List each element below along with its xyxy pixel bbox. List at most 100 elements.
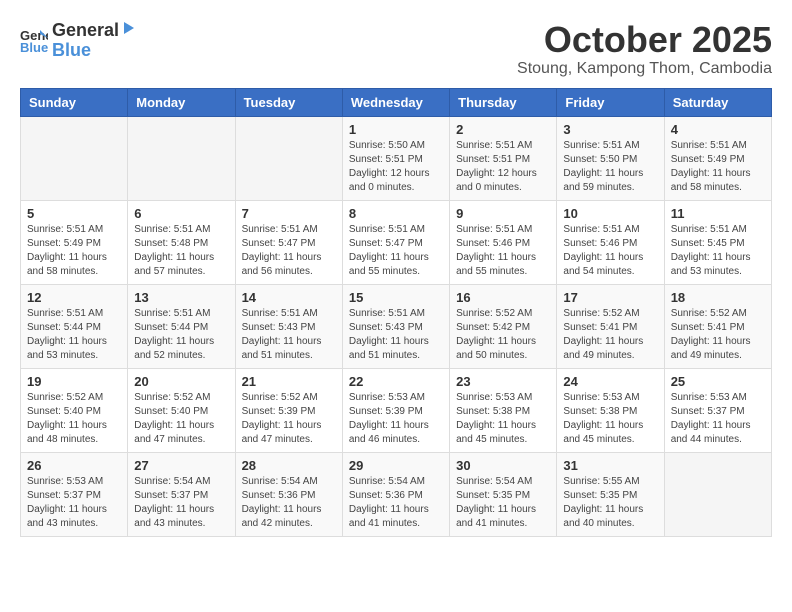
calendar-cell: 25Sunrise: 5:53 AM Sunset: 5:37 PM Dayli… [664,368,771,452]
month-title: October 2025 [517,20,772,60]
calendar-cell: 29 Sunrise: 5:54 AM Sunset: 5:36 PM Dayli… [342,452,449,536]
location-title: Stoung, Kampong Thom, Cambodia [517,60,772,78]
day-info: Sunrise: 5:53 AM Sunset: 5:37 PM Dayligh… [27,475,121,531]
logo-general: General [52,21,119,41]
day-number: 14 [242,290,336,305]
day-header-sunday: Sunday [21,88,128,116]
day-info: Sunrise: 5:51 AM Sunset: 5:44 PM Dayligh… [27,307,121,363]
day-number: 12 [27,290,121,305]
day-info: Sunrise: 5:51 AM Sunset: 5:46 PM Dayligh… [563,223,657,279]
logo-arrow-icon [120,20,136,36]
day-number: 8 [349,206,443,221]
day-header-wednesday: Wednesday [342,88,449,116]
calendar-cell: 17Sunrise: 5:52 AM Sunset: 5:41 PM Dayli… [557,284,664,368]
calendar-cell [664,452,771,536]
calendar-cell: 18Sunrise: 5:52 AM Sunset: 5:41 PM Dayli… [664,284,771,368]
calendar-cell: 4 Sunrise: 5:51 AM Sunset: 5:49 PM Daylig… [664,116,771,200]
calendar-cell: 20Sunrise: 5:52 AM Sunset: 5:40 PM Dayli… [128,368,235,452]
calendar-cell: 16Sunrise: 5:52 AM Sunset: 5:42 PM Dayli… [450,284,557,368]
calendar-week-1: 1 Sunrise: 5:50 AM Sunset: 5:51 PM Daylig… [21,116,772,200]
calendar-cell: 15Sunrise: 5:51 AM Sunset: 5:43 PM Dayli… [342,284,449,368]
day-number: 26 [27,458,121,473]
day-header-friday: Friday [557,88,664,116]
day-info: Sunrise: 5:54 AM Sunset: 5:36 PM Dayligh… [349,475,443,531]
calendar-cell: 28Sunrise: 5:54 AM Sunset: 5:36 PM Dayli… [235,452,342,536]
calendar-cell: 11 Sunrise: 5:51 AM Sunset: 5:45 PM Dayli… [664,200,771,284]
day-number: 5 [27,206,121,221]
day-info: Sunrise: 5:51 AM Sunset: 5:44 PM Dayligh… [134,307,228,363]
calendar-cell: 14 Sunrise: 5:51 AM Sunset: 5:43 PM Dayli… [235,284,342,368]
day-info: Sunrise: 5:51 AM Sunset: 5:51 PM Dayligh… [456,139,550,195]
logo-icon: General Blue [20,26,48,54]
day-info: Sunrise: 5:51 AM Sunset: 5:47 PM Dayligh… [349,223,443,279]
day-info: Sunrise: 5:53 AM Sunset: 5:38 PM Dayligh… [563,391,657,447]
day-info: Sunrise: 5:54 AM Sunset: 5:37 PM Dayligh… [134,475,228,531]
day-number: 13 [134,290,228,305]
day-number: 1 [349,122,443,137]
calendar-cell: 8 Sunrise: 5:51 AM Sunset: 5:47 PM Daylig… [342,200,449,284]
calendar-cell: 13 Sunrise: 5:51 AM Sunset: 5:44 PM Dayli… [128,284,235,368]
day-info: Sunrise: 5:51 AM Sunset: 5:45 PM Dayligh… [671,223,765,279]
day-info: Sunrise: 5:51 AM Sunset: 5:49 PM Dayligh… [27,223,121,279]
day-number: 17 [563,290,657,305]
calendar-cell: 3 Sunrise: 5:51 AM Sunset: 5:50 PM Daylig… [557,116,664,200]
calendar-cell: 5 Sunrise: 5:51 AM Sunset: 5:49 PM Daylig… [21,200,128,284]
logo: General Blue General Blue [20,20,137,61]
calendar-cell: 26 Sunrise: 5:53 AM Sunset: 5:37 PM Dayli… [21,452,128,536]
day-info: Sunrise: 5:54 AM Sunset: 5:35 PM Dayligh… [456,475,550,531]
day-number: 27 [134,458,228,473]
day-number: 19 [27,374,121,389]
calendar-cell [128,116,235,200]
day-info: Sunrise: 5:51 AM Sunset: 5:46 PM Dayligh… [456,223,550,279]
day-number: 23 [456,374,550,389]
calendar-cell [21,116,128,200]
day-number: 25 [671,374,765,389]
calendar-cell: 24Sunrise: 5:53 AM Sunset: 5:38 PM Dayli… [557,368,664,452]
calendar-cell: 7Sunrise: 5:51 AM Sunset: 5:47 PM Daylig… [235,200,342,284]
day-number: 29 [349,458,443,473]
day-header-thursday: Thursday [450,88,557,116]
calendar-cell [235,116,342,200]
logo-blue: Blue [52,40,91,60]
day-info: Sunrise: 5:51 AM Sunset: 5:50 PM Dayligh… [563,139,657,195]
svg-text:Blue: Blue [20,40,48,54]
day-info: Sunrise: 5:53 AM Sunset: 5:38 PM Dayligh… [456,391,550,447]
day-info: Sunrise: 5:52 AM Sunset: 5:41 PM Dayligh… [671,307,765,363]
day-number: 10 [563,206,657,221]
day-info: Sunrise: 5:51 AM Sunset: 5:49 PM Dayligh… [671,139,765,195]
day-number: 11 [671,206,765,221]
day-number: 6 [134,206,228,221]
day-info: Sunrise: 5:51 AM Sunset: 5:43 PM Dayligh… [242,307,336,363]
day-number: 31 [563,458,657,473]
calendar-cell: 30Sunrise: 5:54 AM Sunset: 5:35 PM Dayli… [450,452,557,536]
calendar-week-4: 19 Sunrise: 5:52 AM Sunset: 5:40 PM Dayli… [21,368,772,452]
day-number: 20 [134,374,228,389]
day-info: Sunrise: 5:52 AM Sunset: 5:40 PM Dayligh… [27,391,121,447]
day-number: 16 [456,290,550,305]
day-number: 3 [563,122,657,137]
day-header-saturday: Saturday [664,88,771,116]
calendar: SundayMondayTuesdayWednesdayThursdayFrid… [20,88,772,537]
calendar-cell: 21 Sunrise: 5:52 AM Sunset: 5:39 PM Dayli… [235,368,342,452]
calendar-cell: 19 Sunrise: 5:52 AM Sunset: 5:40 PM Dayli… [21,368,128,452]
day-number: 4 [671,122,765,137]
day-info: Sunrise: 5:51 AM Sunset: 5:47 PM Dayligh… [242,223,336,279]
day-number: 22 [349,374,443,389]
day-header-monday: Monday [128,88,235,116]
day-info: Sunrise: 5:51 AM Sunset: 5:43 PM Dayligh… [349,307,443,363]
day-number: 9 [456,206,550,221]
calendar-cell: 6 Sunrise: 5:51 AM Sunset: 5:48 PM Daylig… [128,200,235,284]
calendar-cell: 2 Sunrise: 5:51 AM Sunset: 5:51 PM Daylig… [450,116,557,200]
calendar-week-2: 5 Sunrise: 5:51 AM Sunset: 5:49 PM Daylig… [21,200,772,284]
calendar-header-row: SundayMondayTuesdayWednesdayThursdayFrid… [21,88,772,116]
day-info: Sunrise: 5:53 AM Sunset: 5:39 PM Dayligh… [349,391,443,447]
day-header-tuesday: Tuesday [235,88,342,116]
day-info: Sunrise: 5:52 AM Sunset: 5:39 PM Dayligh… [242,391,336,447]
title-area: October 2025 Stoung, Kampong Thom, Cambo… [517,20,772,78]
day-info: Sunrise: 5:50 AM Sunset: 5:51 PM Dayligh… [349,139,443,195]
day-number: 21 [242,374,336,389]
day-info: Sunrise: 5:54 AM Sunset: 5:36 PM Dayligh… [242,475,336,531]
day-number: 2 [456,122,550,137]
day-info: Sunrise: 5:51 AM Sunset: 5:48 PM Dayligh… [134,223,228,279]
calendar-cell: 22 Sunrise: 5:53 AM Sunset: 5:39 PM Dayli… [342,368,449,452]
